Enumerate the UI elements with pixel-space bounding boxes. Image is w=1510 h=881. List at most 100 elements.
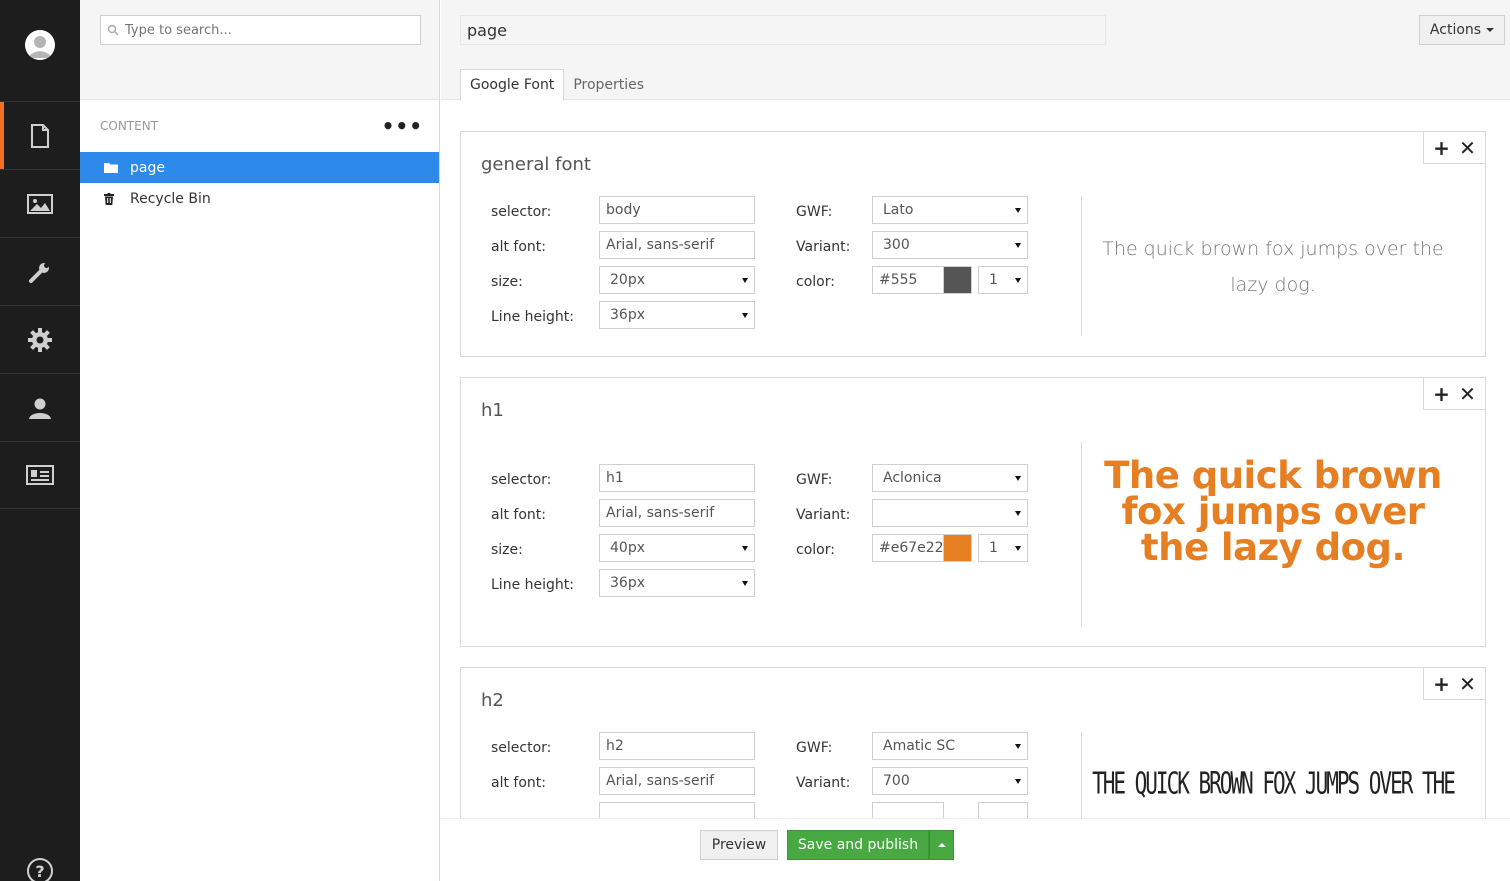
size-label: size: xyxy=(491,542,523,558)
more-options-icon[interactable]: ••• xyxy=(382,116,423,136)
tree-node-page[interactable]: page xyxy=(80,152,439,183)
card-divider xyxy=(1081,732,1082,818)
media-icon xyxy=(27,193,53,214)
nav-members[interactable] xyxy=(0,441,80,509)
gwf-select[interactable]: Aclonica xyxy=(872,464,1028,492)
tab-google-font[interactable]: Google Font xyxy=(460,69,565,101)
variant-label: Variant: xyxy=(796,775,851,791)
tree-search-area xyxy=(80,0,439,100)
alt-font-input[interactable]: Arial, sans-serif xyxy=(599,767,755,795)
gwf-label: GWF: xyxy=(796,472,833,488)
gwf-select[interactable]: Amatic SC xyxy=(872,732,1028,760)
variant-value: 700 xyxy=(883,773,910,789)
nav-settings[interactable] xyxy=(0,237,80,305)
size-select[interactable]: 40px xyxy=(599,534,755,562)
gwf-select[interactable]: Lato xyxy=(872,196,1028,224)
selector-label: selector: xyxy=(491,472,552,488)
color-swatch[interactable] xyxy=(943,266,972,294)
select-arrow-icon xyxy=(1015,243,1021,248)
settings-wrench-icon xyxy=(29,262,49,283)
caret-down-icon xyxy=(1486,28,1495,32)
font-preview-text: The quick brown fox jumps over the lazy … xyxy=(1102,238,1444,296)
size-select[interactable]: 20px xyxy=(599,266,755,294)
save-options-button[interactable] xyxy=(929,830,954,860)
tree-node-recycle-bin[interactable]: Recycle Bin xyxy=(80,183,439,214)
color-input[interactable] xyxy=(872,802,944,818)
alt-font-input[interactable]: Arial, sans-serif xyxy=(599,231,755,259)
select-arrow-icon xyxy=(1015,511,1021,516)
size-select[interactable] xyxy=(599,802,755,818)
select-arrow-icon xyxy=(1015,779,1021,784)
tree-node-label: Recycle Bin xyxy=(130,190,211,207)
users-icon xyxy=(29,398,51,419)
select-arrow-icon xyxy=(742,313,748,318)
nav-content[interactable] xyxy=(0,101,80,169)
remove-icon[interactable]: ✕ xyxy=(1459,384,1476,404)
opacity-select[interactable]: 1 xyxy=(978,534,1028,562)
content-tree-panel: CONTENT ••• page Recycle Bin xyxy=(80,0,440,881)
editor-panel: Actions Google Font Properties + ✕ gener… xyxy=(441,0,1510,881)
select-arrow-icon xyxy=(742,581,748,586)
save-and-publish-button[interactable]: Save and publish xyxy=(787,830,929,860)
selector-input[interactable]: h2 xyxy=(599,732,755,760)
select-arrow-icon xyxy=(1015,208,1021,213)
nav-media[interactable] xyxy=(0,169,80,237)
color-swatch[interactable] xyxy=(943,534,972,562)
font-card-h2: + ✕ h2 selector: h2 alt font: Arial, san… xyxy=(460,667,1486,818)
content-section-label: CONTENT xyxy=(100,119,159,133)
select-arrow-icon xyxy=(1015,278,1021,283)
h1-preview-text: The quick brown fox jumps over the lazy … xyxy=(1104,454,1442,569)
line-height-value: 36px xyxy=(610,307,645,323)
trash-icon xyxy=(104,192,118,205)
opacity-select[interactable] xyxy=(978,802,1028,818)
actions-button[interactable]: Actions xyxy=(1419,15,1505,45)
add-icon[interactable]: + xyxy=(1433,674,1450,694)
alt-font-label: alt font: xyxy=(491,775,546,791)
developer-gear-icon xyxy=(28,327,52,352)
h2-preview-text: THE QUICK BROWN FOX JUMPS OVER THE xyxy=(1092,766,1456,801)
remove-icon[interactable]: ✕ xyxy=(1459,138,1476,158)
tab-properties[interactable]: Properties xyxy=(564,69,653,101)
select-arrow-icon xyxy=(742,546,748,551)
line-height-label: Line height: xyxy=(491,577,574,593)
alt-font-input[interactable]: Arial, sans-serif xyxy=(599,499,755,527)
font-card-h1: + ✕ h1 selector: h1 alt font: Arial, san… xyxy=(460,377,1486,647)
line-height-select[interactable]: 36px xyxy=(599,569,755,597)
nav-developer[interactable] xyxy=(0,305,80,373)
color-label: color: xyxy=(796,274,835,290)
tree-search-input[interactable] xyxy=(125,22,405,38)
tree-search-box[interactable] xyxy=(100,15,421,45)
selector-input[interactable]: h1 xyxy=(599,464,755,492)
editor-tabs: Google Font Properties xyxy=(460,69,653,101)
select-arrow-icon xyxy=(1015,476,1021,481)
color-input[interactable]: #555 xyxy=(872,266,944,294)
page-name-input[interactable] xyxy=(460,15,1106,45)
selector-label: selector: xyxy=(491,740,552,756)
size-value: 20px xyxy=(610,272,645,288)
variant-select[interactable]: 300 xyxy=(872,231,1028,259)
user-avatar-icon[interactable] xyxy=(25,30,55,60)
add-icon[interactable]: + xyxy=(1433,384,1450,404)
card-controls: + ✕ xyxy=(1423,132,1485,164)
selector-label: selector: xyxy=(491,204,552,220)
nav-users[interactable] xyxy=(0,373,80,441)
opacity-select[interactable]: 1 xyxy=(978,266,1028,294)
gwf-value: Amatic SC xyxy=(883,738,955,754)
card-controls: + ✕ xyxy=(1423,378,1485,410)
editor-scroll-area[interactable]: + ✕ general font selector: body alt font… xyxy=(441,101,1510,818)
add-icon[interactable]: + xyxy=(1433,138,1450,158)
color-input[interactable]: #e67e22 xyxy=(872,534,944,562)
selector-input[interactable]: body xyxy=(599,196,755,224)
card-divider xyxy=(1081,196,1082,336)
actions-label: Actions xyxy=(1429,22,1482,38)
editor-footer: Preview Save and publish xyxy=(441,818,1510,881)
remove-icon[interactable]: ✕ xyxy=(1459,674,1476,694)
app-navigation-bar: ? xyxy=(0,0,80,881)
caret-up-icon xyxy=(937,843,946,847)
help-icon[interactable]: ? xyxy=(27,858,53,881)
alt-font-label: alt font: xyxy=(491,239,546,255)
preview-button[interactable]: Preview xyxy=(700,830,778,860)
variant-select[interactable] xyxy=(872,499,1028,527)
variant-select[interactable]: 700 xyxy=(872,767,1028,795)
line-height-select[interactable]: 36px xyxy=(599,301,755,329)
